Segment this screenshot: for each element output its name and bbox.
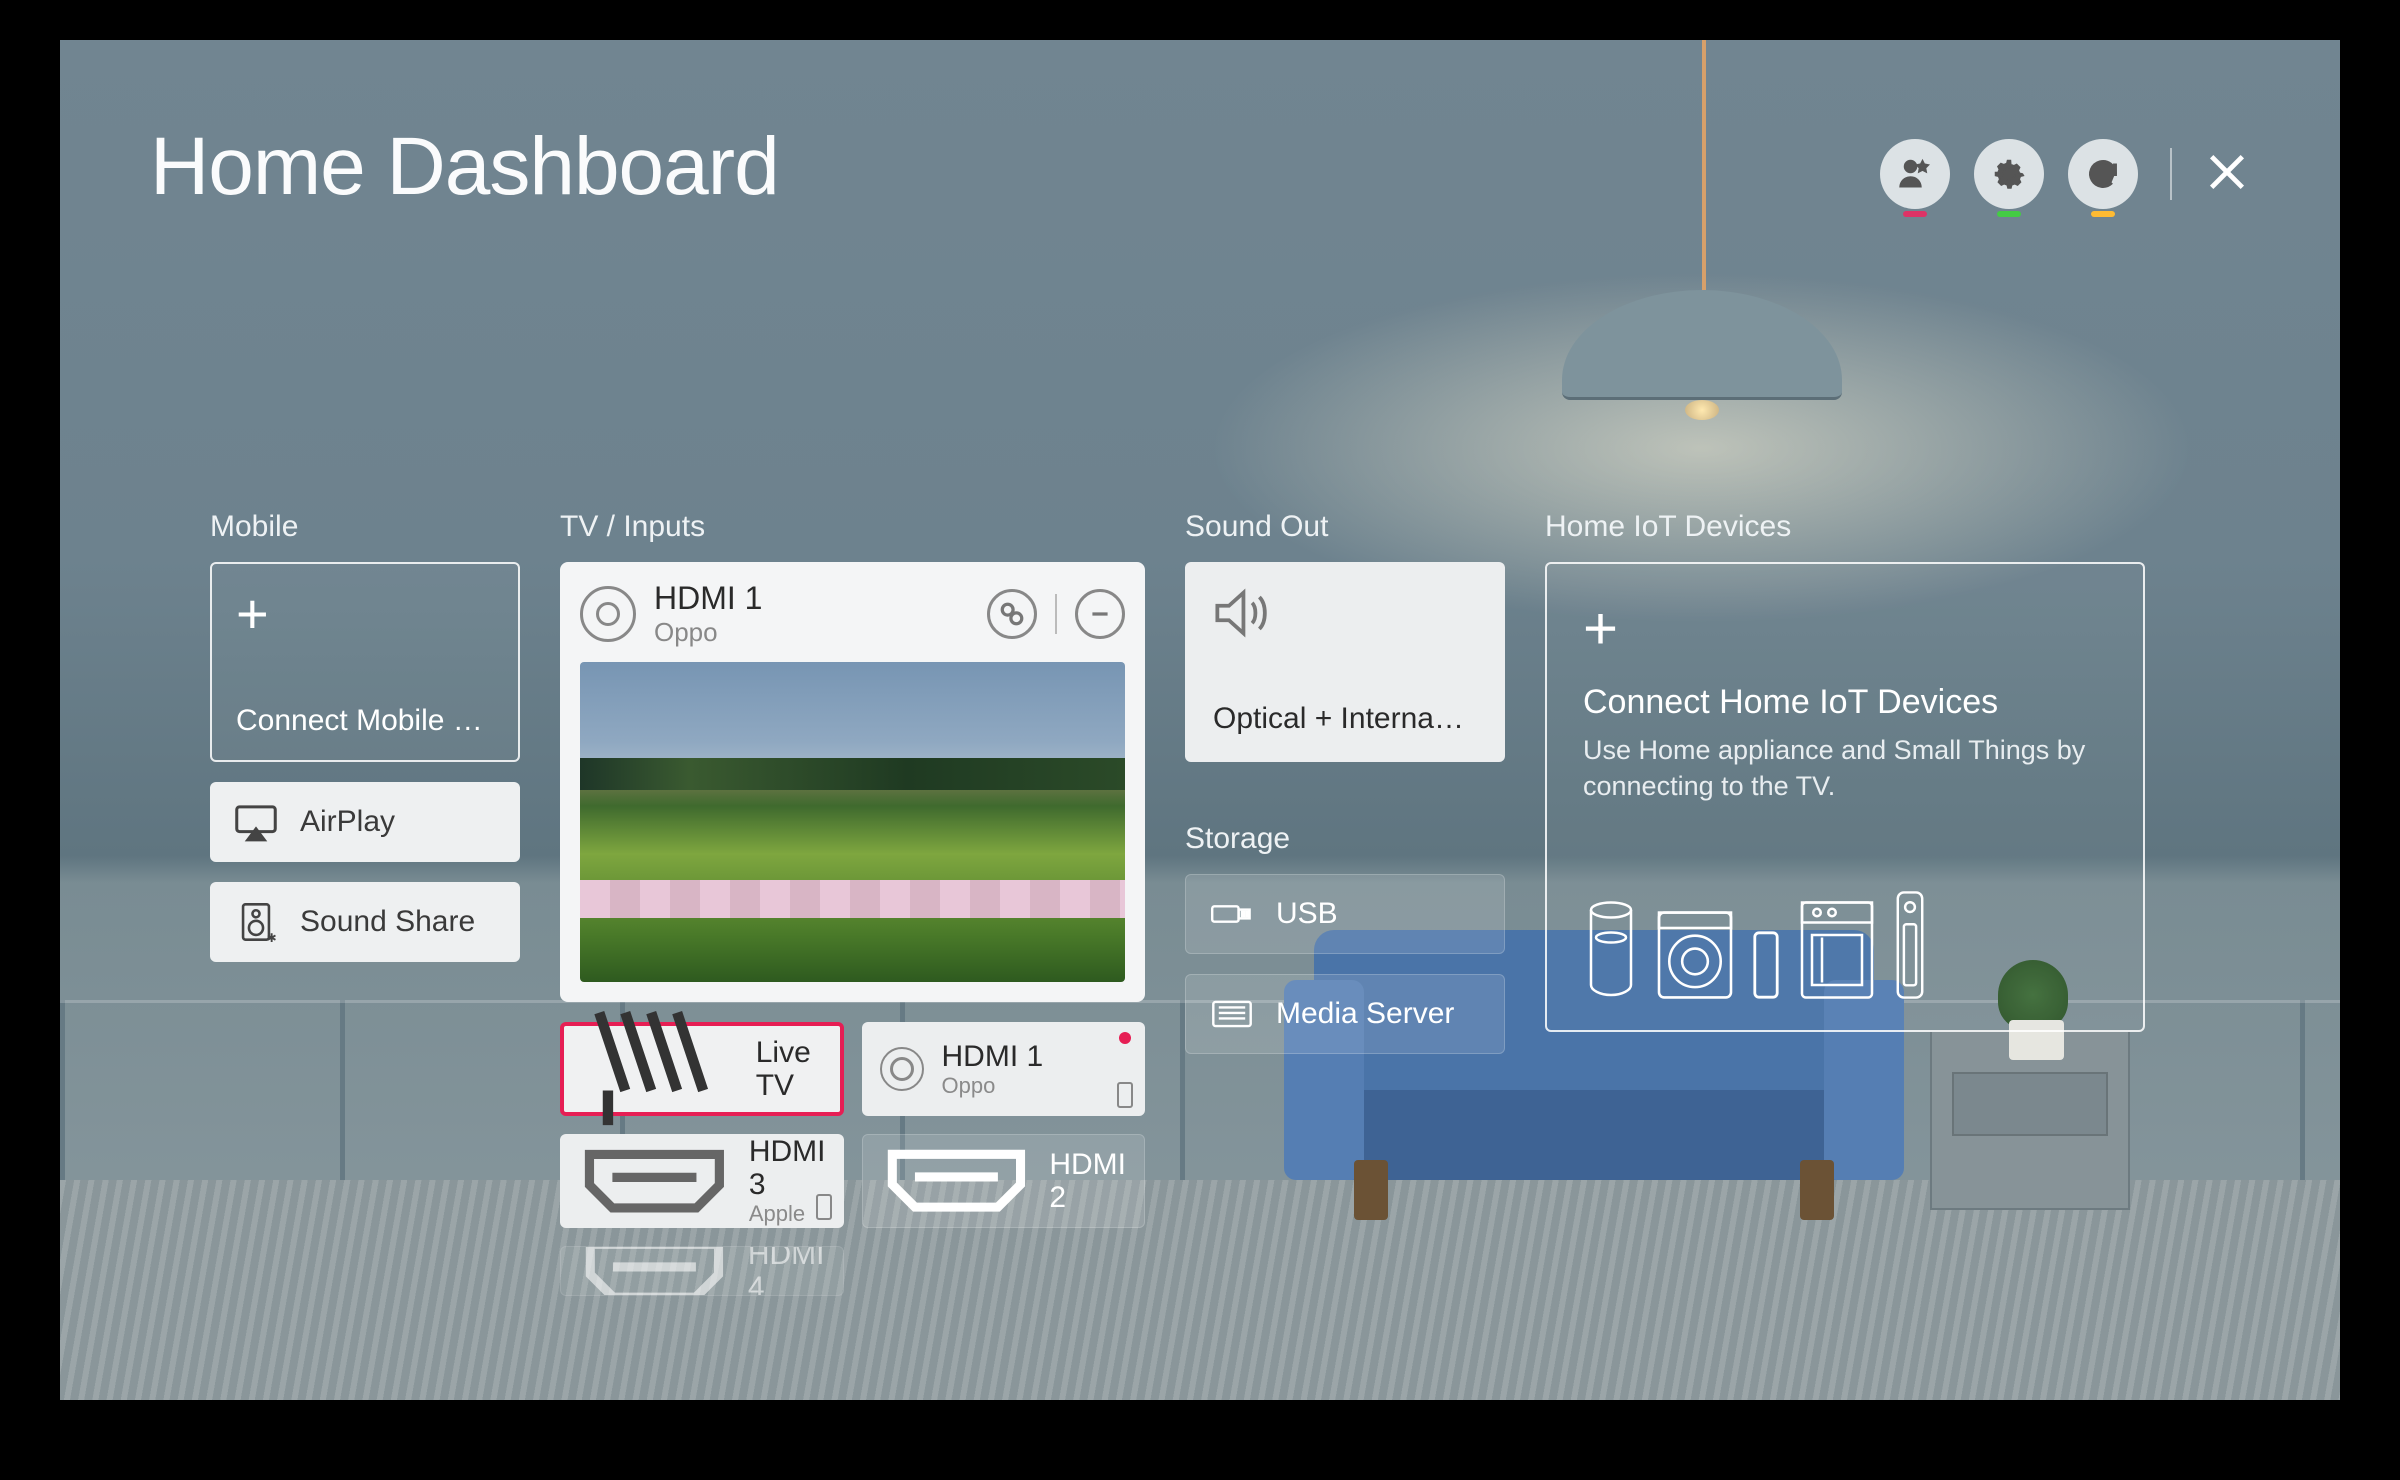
account-star-icon xyxy=(1897,156,1933,192)
media-server-icon xyxy=(1210,994,1254,1034)
input-text: HDMI 1 Oppo xyxy=(942,1040,1044,1099)
iot-label: Home IoT Devices xyxy=(1545,510,2145,544)
usb-icon xyxy=(1210,894,1254,934)
iot-card-desc: Use Home appliance and Small Things by c… xyxy=(1583,732,2107,805)
close-icon xyxy=(2204,149,2250,195)
minus-icon xyxy=(1087,601,1113,627)
refresh-icon xyxy=(2085,156,2121,192)
connect-mobile-label: Connect Mobile … xyxy=(236,704,483,738)
page-title: Home Dashboard xyxy=(150,120,779,214)
input-title: HDMI 4 xyxy=(748,1246,825,1296)
close-button[interactable] xyxy=(2204,149,2250,200)
column-mobile: Mobile + Connect Mobile … AirPlay ✱ xyxy=(210,510,520,982)
input-tile-hdmi-3[interactable]: HDMI 3 Apple xyxy=(560,1134,844,1228)
preview-subtitle: Oppo xyxy=(654,617,969,648)
antenna-icon xyxy=(582,1004,738,1134)
sound-output-label: Optical + Interna… xyxy=(1213,702,1477,736)
iot-card-title: Connect Home IoT Devices xyxy=(1583,683,2107,722)
preview-buttons xyxy=(987,589,1125,639)
preview-titles: HDMI 1 Oppo xyxy=(654,580,969,648)
remote-tall-icon xyxy=(1893,890,1927,1000)
svg-text:✱: ✱ xyxy=(267,932,277,942)
input-tile-hdmi-2[interactable]: HDMI 2 xyxy=(862,1134,1146,1228)
remove-button[interactable] xyxy=(1075,589,1125,639)
airplay-icon xyxy=(234,802,278,842)
sound-out-tile[interactable]: Optical + Interna… xyxy=(1185,562,1505,762)
preview-title: HDMI 1 xyxy=(654,580,969,617)
smart-speaker-icon xyxy=(1583,900,1639,1000)
link-icon xyxy=(999,601,1025,627)
usb-label: USB xyxy=(1276,897,1338,931)
media-server-label: Media Server xyxy=(1276,997,1454,1031)
preview-header: HDMI 1 Oppo xyxy=(580,580,1125,648)
input-title: Live TV xyxy=(756,1036,822,1102)
storage-label: Storage xyxy=(1185,822,1505,856)
refresh-button[interactable] xyxy=(2068,139,2138,209)
tv-label: TV / Inputs xyxy=(560,510,1145,544)
airplay-tile[interactable]: AirPlay xyxy=(210,782,520,862)
input-grid: Live TV HDMI 1 Oppo HDMI xyxy=(560,1022,1145,1296)
settings-button[interactable] xyxy=(1974,139,2044,209)
header: Home Dashboard xyxy=(150,120,2250,214)
header-actions xyxy=(1880,139,2250,209)
input-tile-hdmi-4[interactable]: HDMI 4 xyxy=(560,1246,844,1296)
gear-icon xyxy=(1991,156,2027,192)
sound-out-label: Sound Out xyxy=(1185,510,1505,544)
divider xyxy=(1055,594,1057,634)
media-server-tile[interactable]: Media Server xyxy=(1185,974,1505,1054)
input-tile-live-tv[interactable]: Live TV xyxy=(560,1022,844,1116)
washer-icon xyxy=(1655,910,1735,1000)
sound-share-label: Sound Share xyxy=(300,905,475,939)
speaker-icon xyxy=(1213,588,1271,638)
mobile-label: Mobile xyxy=(210,510,520,544)
remote-icon xyxy=(1117,1082,1133,1108)
input-title: HDMI 2 xyxy=(1049,1148,1126,1214)
hdmi-icon xyxy=(579,1246,730,1296)
airplay-label: AirPlay xyxy=(300,805,395,839)
sound-share-tile[interactable]: ✱ Sound Share xyxy=(210,882,520,962)
hdmi-icon xyxy=(881,1143,1032,1218)
disc-icon xyxy=(880,1047,924,1091)
decor-lamp-bulb xyxy=(1685,400,1719,420)
preview-thumbnail xyxy=(580,662,1125,982)
input-tile-hdmi-1[interactable]: HDMI 1 Oppo xyxy=(862,1022,1146,1116)
active-input-preview[interactable]: HDMI 1 Oppo xyxy=(560,562,1145,1002)
input-subtitle: Apple xyxy=(749,1201,826,1227)
connect-iot-tile[interactable]: + Connect Home IoT Devices Use Home appl… xyxy=(1545,562,2145,1032)
dashboard-columns: Mobile + Connect Mobile … AirPlay ✱ xyxy=(210,510,2240,1400)
decor-lamp-shade xyxy=(1562,290,1842,400)
column-tv-inputs: TV / Inputs HDMI 1 Oppo xyxy=(560,510,1145,1296)
plus-icon: + xyxy=(236,586,269,642)
active-dot-icon xyxy=(1119,1032,1131,1044)
disc-icon xyxy=(580,586,636,642)
column-sound-storage: Sound Out Optical + Interna… Storage USB xyxy=(1185,510,1505,1074)
remote-icon xyxy=(816,1194,832,1220)
usb-tile[interactable]: USB xyxy=(1185,874,1505,954)
input-title: HDMI 1 xyxy=(942,1040,1044,1073)
plus-icon: + xyxy=(1583,594,2107,663)
input-subtitle: Oppo xyxy=(942,1073,1044,1099)
hdmi-icon xyxy=(578,1143,731,1219)
iot-device-illustrations xyxy=(1583,890,2107,1000)
input-title: HDMI 3 xyxy=(749,1135,826,1201)
connection-button[interactable] xyxy=(987,589,1037,639)
phone-icon xyxy=(1751,930,1781,1000)
account-button[interactable] xyxy=(1880,139,1950,209)
header-divider xyxy=(2170,148,2172,200)
column-iot: Home IoT Devices + Connect Home IoT Devi… xyxy=(1545,510,2145,1032)
home-dashboard-screen: Home Dashboard Mobile xyxy=(60,40,2340,1400)
sound-share-icon: ✱ xyxy=(234,902,278,942)
input-text: HDMI 3 Apple xyxy=(749,1135,826,1227)
connect-mobile-tile[interactable]: + Connect Mobile … xyxy=(210,562,520,762)
oven-icon xyxy=(1797,900,1877,1000)
